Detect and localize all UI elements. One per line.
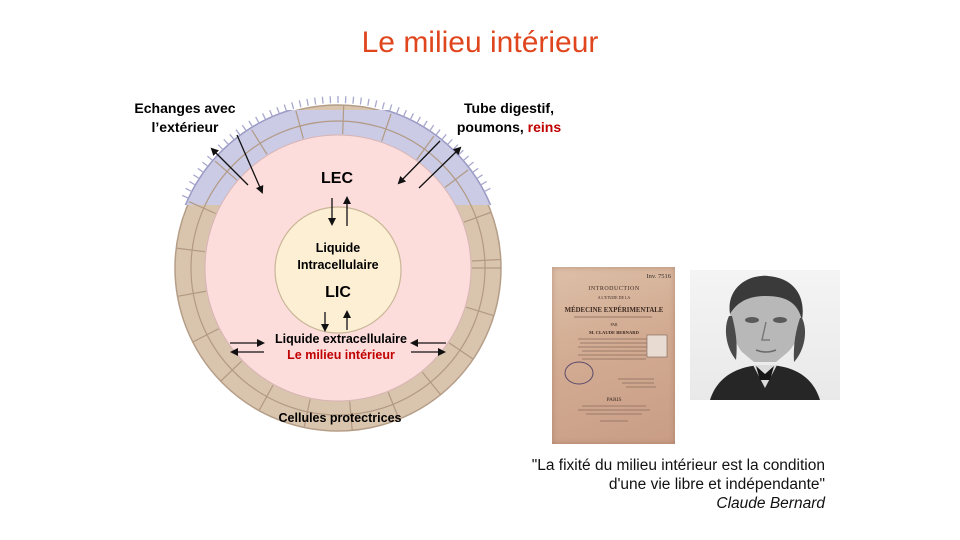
microvillus — [416, 116, 421, 124]
lic-name-line1: Liquide — [316, 241, 360, 255]
microvillus — [229, 133, 235, 141]
microvillus — [269, 109, 274, 117]
microvillus — [480, 180, 487, 186]
extracellular-label-line1: Liquide extracellulaire — [275, 332, 407, 346]
microvillus — [298, 100, 302, 108]
microvillus — [306, 98, 309, 106]
microvillus — [452, 144, 459, 151]
extracellular-label-line2: Le milieu intérieur — [287, 348, 395, 362]
microvillus — [457, 149, 464, 156]
microvillus — [189, 180, 196, 186]
microvillus — [374, 100, 378, 108]
microvillus — [476, 174, 483, 180]
quote-author: Claude Bernard — [716, 495, 825, 512]
book-line4: PAR — [610, 323, 618, 327]
top-left-label-line2: l’extérieur — [152, 119, 219, 135]
top-right-label-line2: poumons, reins — [457, 119, 561, 135]
quote-block: "La fixité du milieu intérieur est la co… — [440, 456, 825, 513]
microvillus — [422, 120, 428, 128]
microvillus — [381, 102, 385, 110]
microvillus — [367, 98, 370, 106]
microvillus — [409, 113, 414, 120]
microvillus — [235, 129, 241, 136]
microvillus — [435, 129, 441, 136]
microvillus — [276, 106, 281, 114]
microvillus — [262, 113, 267, 120]
claude-bernard-portrait-image — [690, 270, 840, 400]
book-line3: MÉDECINE EXPÉRIMENTALE — [565, 306, 664, 314]
book-author: M. CLAUDE BERNARD — [589, 330, 640, 335]
microvillus — [483, 187, 491, 193]
top-right-label-line1: Tube digestif, — [464, 100, 554, 116]
microvillus — [202, 161, 209, 167]
microvillus — [217, 144, 224, 151]
microvillus — [241, 124, 247, 132]
microvillus — [314, 97, 317, 105]
top-left-label-line1: Echanges avec — [134, 100, 235, 116]
book-cover-image: Inv. 7516 INTRODUCTION A L'ETUDE DE LA M… — [552, 267, 675, 444]
microvillus — [193, 174, 200, 180]
microvillus — [321, 96, 324, 104]
microvillus — [255, 116, 260, 124]
microvillus — [223, 138, 229, 146]
book-stamp: Inv. 7516 — [647, 273, 672, 280]
microvillus — [283, 104, 288, 112]
microvillus — [441, 133, 447, 141]
book-line2: A L'ETUDE DE LA — [598, 295, 631, 300]
microvillus — [462, 155, 470, 162]
microvillus — [388, 104, 393, 112]
book-city: PARIS — [606, 397, 621, 403]
microvillus — [352, 96, 355, 104]
microvillus — [429, 124, 435, 132]
microvillus — [197, 167, 204, 173]
microvillus — [248, 120, 254, 128]
lec-label: LEC — [321, 170, 353, 187]
microvillus — [359, 97, 362, 105]
microvillus — [447, 138, 453, 146]
microvillus — [402, 109, 407, 117]
quote-line1: "La fixité du milieu intérieur est la co… — [531, 457, 825, 474]
microvillus — [206, 155, 214, 162]
microvillus — [185, 187, 193, 193]
lic-label: LIC — [325, 284, 351, 301]
microvillus — [395, 106, 400, 114]
microvillus — [472, 167, 479, 173]
microvillus — [291, 102, 295, 110]
reins-highlight: reins — [528, 119, 562, 135]
lic-name-line2: Intracellulaire — [297, 258, 378, 272]
microvillus — [467, 161, 474, 167]
book-line1: INTRODUCTION — [588, 286, 639, 292]
microvillus — [181, 194, 189, 199]
quote-line2: d'une vie libre et indépendante" — [608, 476, 825, 493]
bottom-label: Cellules protectrices — [279, 411, 402, 425]
